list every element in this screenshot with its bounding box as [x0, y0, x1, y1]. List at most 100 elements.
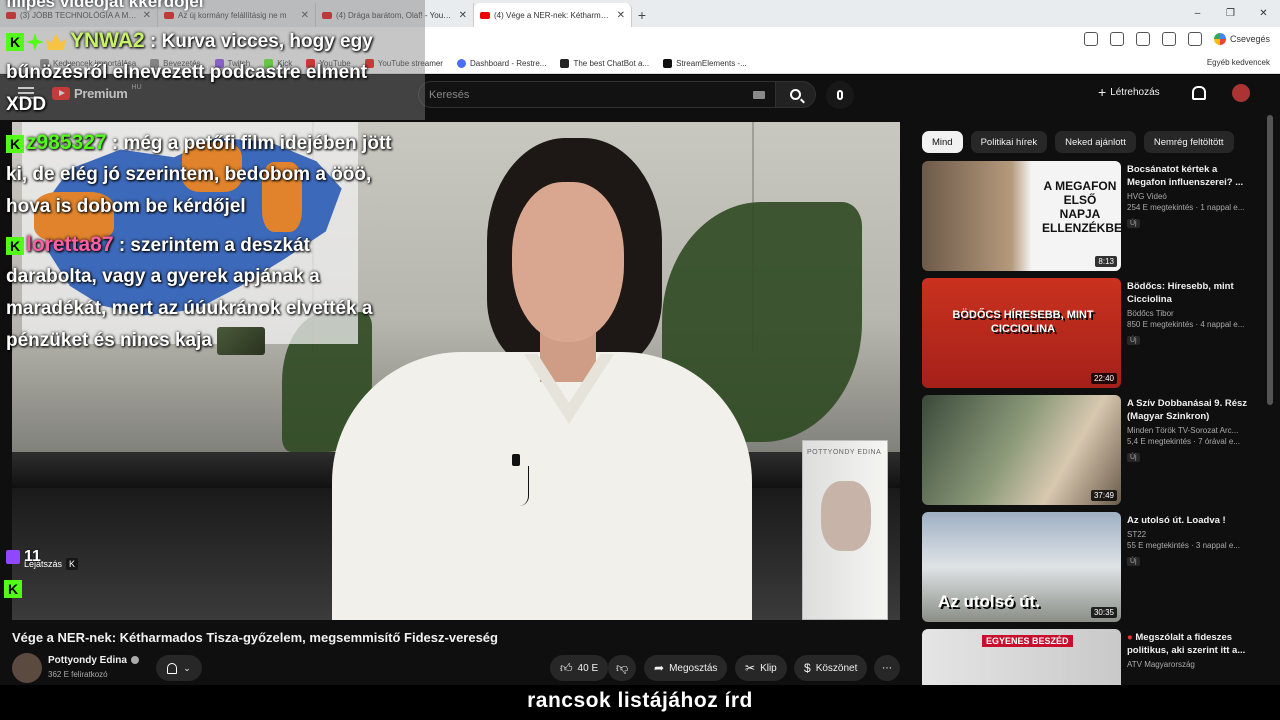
recommendation-item[interactable]: EGYENES BESZÉD ● Megszólalt a fideszes p…	[922, 629, 1252, 685]
more-actions-button[interactable]: ⋯	[874, 655, 900, 681]
chat-username: loretta87	[26, 233, 114, 256]
dislike-button[interactable]: 👎︎	[608, 655, 637, 681]
voice-search-button[interactable]	[826, 81, 854, 109]
recommendation-meta: 5,4 E megtekintés · 7 órával e...	[1127, 437, 1240, 446]
sidebar-scrollbar[interactable]	[1267, 115, 1273, 405]
channel-name: Pottyondy Edina	[48, 655, 127, 666]
restream-icon	[456, 59, 466, 68]
account-avatar[interactable]	[1232, 84, 1250, 102]
thumbs-down-icon: 👎︎	[616, 660, 629, 675]
chat-text: maradékát, mert az úúukránok elvették a	[6, 298, 373, 319]
bookmark-label: The best ChatBot a...	[573, 59, 650, 68]
collections-icon[interactable]	[1187, 32, 1202, 46]
thumbnail-text: A MEGAFON ELSŐ NAPJA ELLENZÉKBEN	[1042, 179, 1121, 235]
duration-badge: 8:13	[1095, 256, 1117, 267]
favorite-star-icon[interactable]	[1109, 32, 1124, 46]
recommendation-channel[interactable]: Minden Török TV-Sorozat Arc...	[1127, 426, 1249, 435]
play-hint-key: K	[66, 558, 79, 570]
kick-logo-icon: K	[4, 580, 22, 598]
plus-icon: +	[1098, 84, 1107, 100]
chat-text: : Kurva vicces, hogy egy	[144, 31, 373, 52]
youtube-favicon-icon	[480, 11, 490, 19]
kick-overlay: K	[4, 580, 24, 598]
recommendation-title[interactable]: Az utolsó út. Loadva !	[1127, 514, 1249, 527]
recommendation-info: Bocsánatot kértek a Megafon influenszere…	[1127, 163, 1249, 230]
close-icon[interactable]: ✕	[459, 10, 467, 21]
kick-badge-icon: K	[6, 236, 24, 255]
bookmark-item[interactable]: Dashboard - Restre...	[456, 59, 547, 68]
recommendation-channel[interactable]: ST22	[1127, 530, 1249, 539]
streamelements-icon	[663, 59, 673, 68]
maximize-button[interactable]: ❐	[1214, 0, 1247, 27]
new-badge: Új	[1127, 453, 1140, 462]
bookmark-label: Dashboard - Restre...	[469, 59, 547, 68]
share-button[interactable]: ➦ Megosztás	[644, 655, 728, 681]
new-badge: Új	[1127, 557, 1140, 566]
bottom-caption: rancsok listájához írd	[0, 686, 1280, 720]
thanks-label: Köszönet	[815, 662, 858, 674]
like-button[interactable]: 👍︎ 40 E	[550, 655, 609, 681]
search-button[interactable]	[776, 81, 816, 108]
filter-chips: Mind Politikai hírek Neked ajánlott Nemr…	[922, 131, 1234, 153]
recommendation-title[interactable]: A Szív Dobbanásai 9. Rész (Magyar Szinkr…	[1127, 397, 1249, 423]
close-icon[interactable]: ✕	[617, 10, 625, 21]
notifications-bell-icon[interactable]	[1192, 86, 1206, 100]
minimize-button[interactable]: –	[1181, 0, 1214, 27]
search-input[interactable]: Keresés	[418, 81, 776, 108]
chat-username: z985327	[26, 131, 107, 154]
chat-message: Kloretta87 : szerintem a deszkát	[6, 229, 310, 262]
recommendation-info: Az utolsó út. Loadva ! ST22 55 E megteki…	[1127, 514, 1249, 568]
create-button[interactable]: + Létrehozás	[1098, 84, 1160, 100]
chip-recommended[interactable]: Neked ajánlott	[1055, 131, 1136, 153]
video-thumbnail[interactable]: Az utolsó út. 30:35	[922, 512, 1121, 622]
thumbnail-text: BÖDŐCS HÍRESEBB, MINT CICCIOLINA	[952, 309, 1094, 335]
new-badge: Új	[1127, 219, 1140, 228]
bookmark-item[interactable]: StreamElements -...	[663, 59, 747, 68]
viewer-count: 11	[24, 548, 41, 565]
book-prop: POTTYONDY EDINA	[802, 440, 888, 620]
recommendation-title[interactable]: ● Megszólalt a fideszes politikus, aki s…	[1127, 631, 1249, 657]
chat-text: hova is dobom be kérdőjel	[6, 196, 246, 217]
chip-political-news[interactable]: Politikai hírek	[970, 131, 1048, 153]
recommendation-title[interactable]: Bödőcs: Híresebb, mint Cicciolina	[1127, 280, 1249, 306]
recommendation-title[interactable]: Bocsánatot kértek a Megafon influenszere…	[1127, 163, 1249, 189]
browser-tab-active[interactable]: (4) Vége a NER-nek: Kétharmados ✕	[474, 3, 632, 27]
video-thumbnail[interactable]: 37:49	[922, 395, 1121, 505]
chip-recently-uploaded[interactable]: Nemrég feltöltött	[1143, 131, 1234, 153]
crown-badge-icon	[46, 33, 66, 50]
video-thumbnail[interactable]: EGYENES BESZÉD	[922, 629, 1121, 685]
video-thumbnail[interactable]: BÖDŐCS HÍRESEBB, MINT CICCIOLINA 22:40	[922, 278, 1121, 388]
copilot-icon	[1213, 33, 1226, 45]
channel-avatar[interactable]	[12, 653, 42, 683]
recommendation-channel[interactable]: Bödőcs Tibor	[1127, 309, 1249, 318]
copilot-button[interactable]: Csevegés	[1213, 33, 1270, 45]
chat-text: : szerintem a deszkát	[113, 235, 310, 256]
thanks-button[interactable]: $ Köszönet	[794, 655, 868, 681]
dollar-icon: $	[804, 661, 811, 675]
subscription-button[interactable]: ⌄	[156, 655, 202, 681]
extensions-icon[interactable]	[1135, 32, 1150, 46]
recommendation-item[interactable]: 37:49 A Szív Dobbanásai 9. Rész (Magyar …	[922, 395, 1252, 505]
other-favorites[interactable]: Egyéb kedvencek	[1207, 58, 1270, 67]
recommendation-channel[interactable]: HVG Videó	[1127, 192, 1249, 201]
chat-text: darabolta, vagy a gyerek apjának a	[6, 266, 320, 287]
mic-wire	[515, 466, 529, 506]
recommendation-info: A Szív Dobbanásai 9. Rész (Magyar Szinkr…	[1127, 397, 1249, 464]
bookmark-item[interactable]: The best ChatBot a...	[560, 59, 649, 68]
split-view-icon[interactable]	[1083, 32, 1098, 46]
channel-name-link[interactable]: Pottyondy Edina	[48, 655, 139, 666]
recommendation-channel[interactable]: ATV Magyarország	[1127, 660, 1249, 669]
favorites-icon[interactable]	[1161, 32, 1176, 46]
share-icon: ➦	[654, 661, 665, 675]
clip-button[interactable]: ✂ Klip	[735, 655, 787, 681]
chip-all[interactable]: Mind	[922, 131, 963, 153]
recommendation-item[interactable]: A MEGAFON ELSŐ NAPJA ELLENZÉKBEN 8:13 Bo…	[922, 161, 1252, 271]
keyboard-icon[interactable]	[753, 90, 765, 99]
tab-label: (4) Vége a NER-nek: Kétharmados	[494, 10, 613, 20]
chatbot-icon	[560, 59, 570, 68]
recommendation-item[interactable]: Az utolsó út. 30:35 Az utolsó út. Loadva…	[922, 512, 1252, 622]
video-thumbnail[interactable]: A MEGAFON ELSŐ NAPJA ELLENZÉKBEN 8:13	[922, 161, 1121, 271]
new-tab-button[interactable]: +	[632, 3, 652, 27]
close-window-button[interactable]: ✕	[1247, 0, 1280, 27]
recommendation-item[interactable]: BÖDŐCS HÍRESEBB, MINT CICCIOLINA 22:40 B…	[922, 278, 1252, 388]
